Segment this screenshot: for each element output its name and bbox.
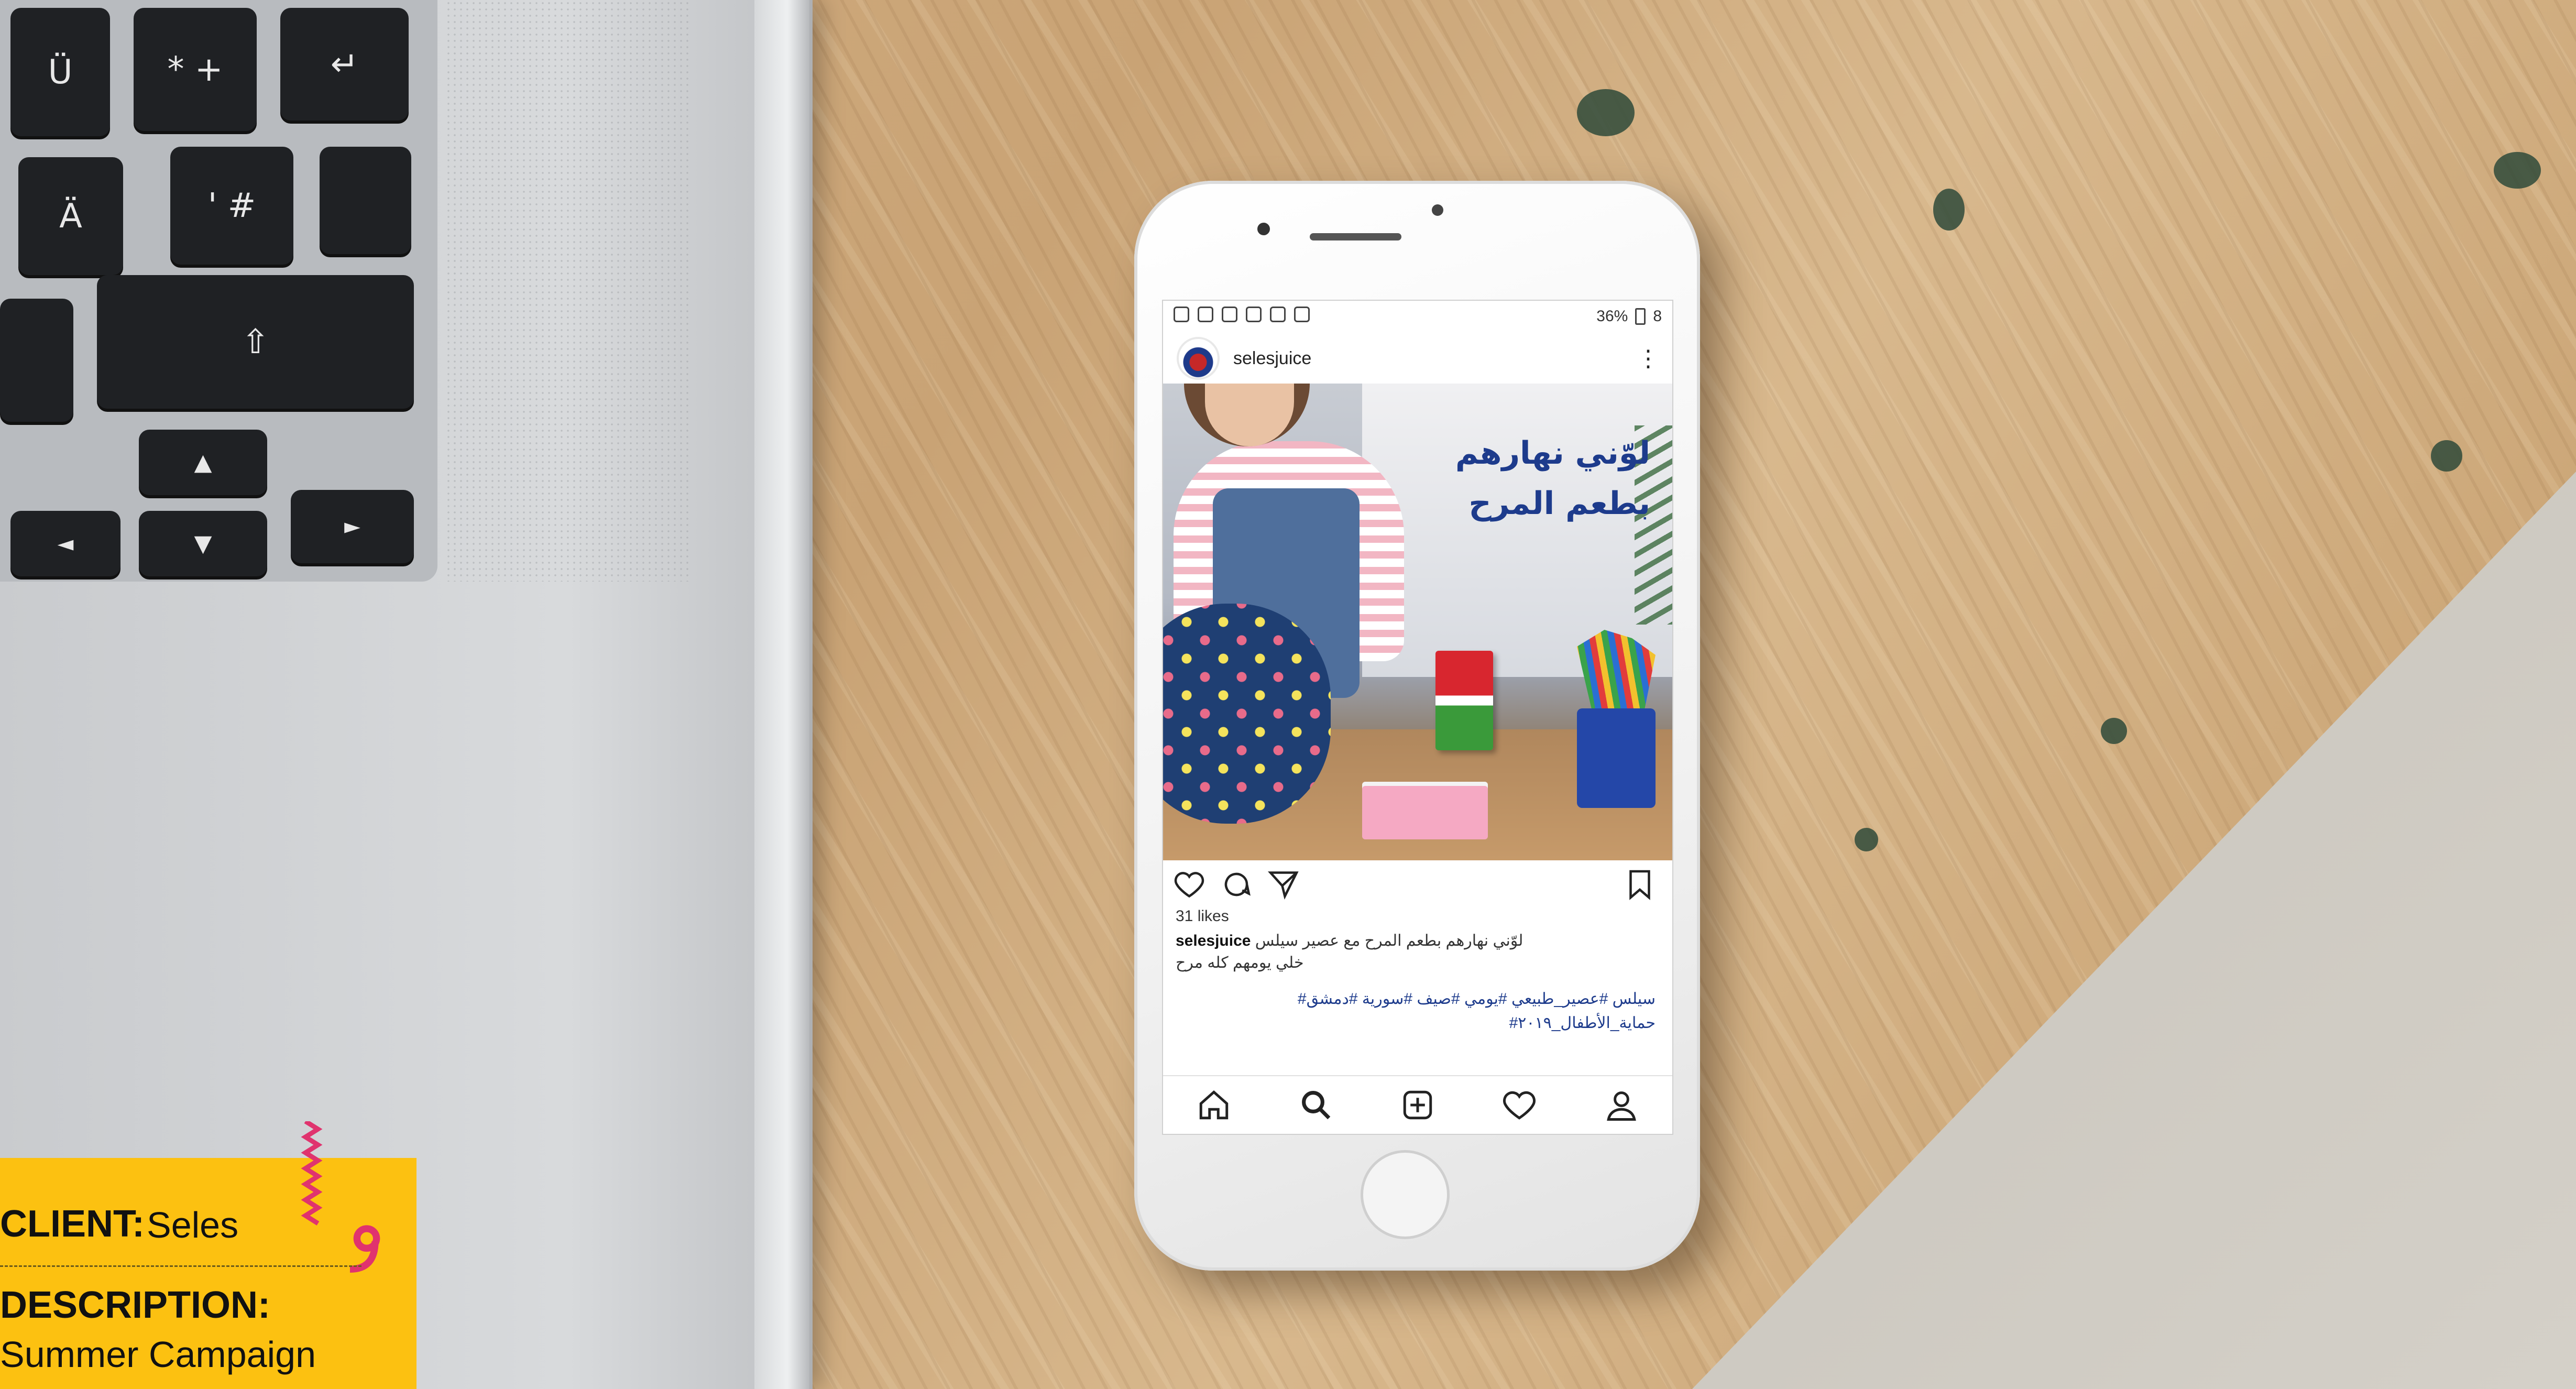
post-hashtags: #سيلس #عصير_طبيعي #يومي #صيف #سورية #دمش… [1215,987,1656,1035]
earpiece-speaker [1310,233,1401,240]
activity-heart-icon[interactable] [1502,1088,1537,1122]
avatar[interactable] [1177,337,1220,380]
clock-text: 8 [1653,308,1662,325]
notification-icon [1246,307,1262,322]
post-username[interactable]: selesjuice [1233,348,1311,369]
pink-glyph-decoration [349,1225,380,1273]
hashtags-line-1[interactable]: #سيلس #عصير_طبيعي #يومي #صيف #سورية #دمش… [1215,987,1656,1011]
key-return-lower[interactable] [320,147,411,254]
more-options-button[interactable]: ⋮ [1637,345,1660,372]
speaker-grille [445,0,692,582]
sticky-note [1362,782,1488,839]
card-divider [0,1265,361,1267]
key-left-edge[interactable] [0,299,73,422]
key-arrow-down[interactable]: ▼ [139,511,267,576]
pencil-cup [1577,708,1656,808]
key-arrow-right[interactable]: ► [291,490,414,563]
paint-spot [2494,152,2541,189]
caption-text-line-2: خلي يومهم كله مرح [1176,954,1304,971]
post-caption: selesjuice لوّني نهارهم بطعم المرح مع عص… [1176,929,1658,953]
paint-spot [1933,189,1965,231]
proximity-sensor [1257,223,1270,235]
comment-icon[interactable] [1221,869,1252,900]
instagram-post-screen: 36% 8 selesjuice ⋮ لوّني نهارهم بطعم الم… [1162,300,1673,1135]
juice-box [1435,651,1493,750]
post-image[interactable]: لوّني نهارهم بطعم المرح [1163,384,1672,860]
search-icon[interactable] [1299,1088,1333,1122]
client-label: CLIENT: [0,1203,145,1245]
heart-icon[interactable] [1174,869,1205,900]
ad-headline: لوّني نهارهم بطعم المرح [1409,428,1650,529]
bookmark-icon[interactable] [1624,869,1656,900]
caption-username[interactable]: selesjuice [1176,932,1251,949]
post-header: selesjuice ⋮ [1163,333,1672,384]
share-icon[interactable] [1268,869,1299,900]
paint-spot [1855,828,1878,851]
battery-icon [1635,308,1646,325]
key-arrow-left[interactable]: ◄ [10,511,120,576]
notification-icon [1270,307,1286,322]
window-light [1362,384,1672,677]
home-button[interactable] [1361,1150,1450,1239]
status-right: 36% 8 [1596,308,1662,325]
home-icon[interactable] [1197,1088,1231,1122]
key-shift[interactable]: ⇧ [97,275,414,409]
profile-icon[interactable] [1604,1088,1639,1122]
caption-text: لوّني نهارهم بطعم المرح مع عصير سيلس [1255,932,1523,949]
add-post-icon[interactable] [1400,1088,1435,1122]
description-label: DESCRIPTION: [0,1284,271,1326]
paint-spot [1577,89,1635,136]
headline-line-2: بطعم المرح [1468,485,1650,522]
notification-icon [1198,307,1213,322]
battery-percent: 36% [1596,308,1628,325]
post-actions [1163,862,1672,904]
status-bar: 36% 8 [1163,301,1672,332]
paint-spot [2431,440,2462,472]
key-arrow-up[interactable]: ▲ [139,430,267,495]
laptop-edge [754,0,809,1389]
notification-icons [1174,307,1318,326]
key-enter[interactable]: ↵ [280,8,409,121]
paint-spot [2101,718,2127,744]
description-value: Summer Campaign [0,1334,316,1375]
client-value: Seles [147,1205,239,1245]
notification-icon [1174,307,1189,322]
polka-dot-backpack [1163,604,1331,824]
key-asterisk-plus[interactable]: * + [134,8,257,131]
squiggle-decoration [301,1121,323,1226]
notification-icon [1222,307,1237,322]
key-a-umlaut[interactable]: Ä [18,157,123,275]
key-u-umlaut[interactable]: Ü [10,8,110,136]
headline-line-1: لوّني نهارهم [1455,435,1650,472]
front-camera [1432,204,1443,216]
key-hash[interactable]: ' # [170,147,293,265]
bottom-navigation [1163,1075,1672,1134]
likes-count[interactable]: 31 likes [1176,907,1229,925]
notification-icon [1294,307,1310,322]
hashtags-line-2[interactable]: #حماية_الأطفال_٢٠١٩ [1215,1011,1656,1035]
